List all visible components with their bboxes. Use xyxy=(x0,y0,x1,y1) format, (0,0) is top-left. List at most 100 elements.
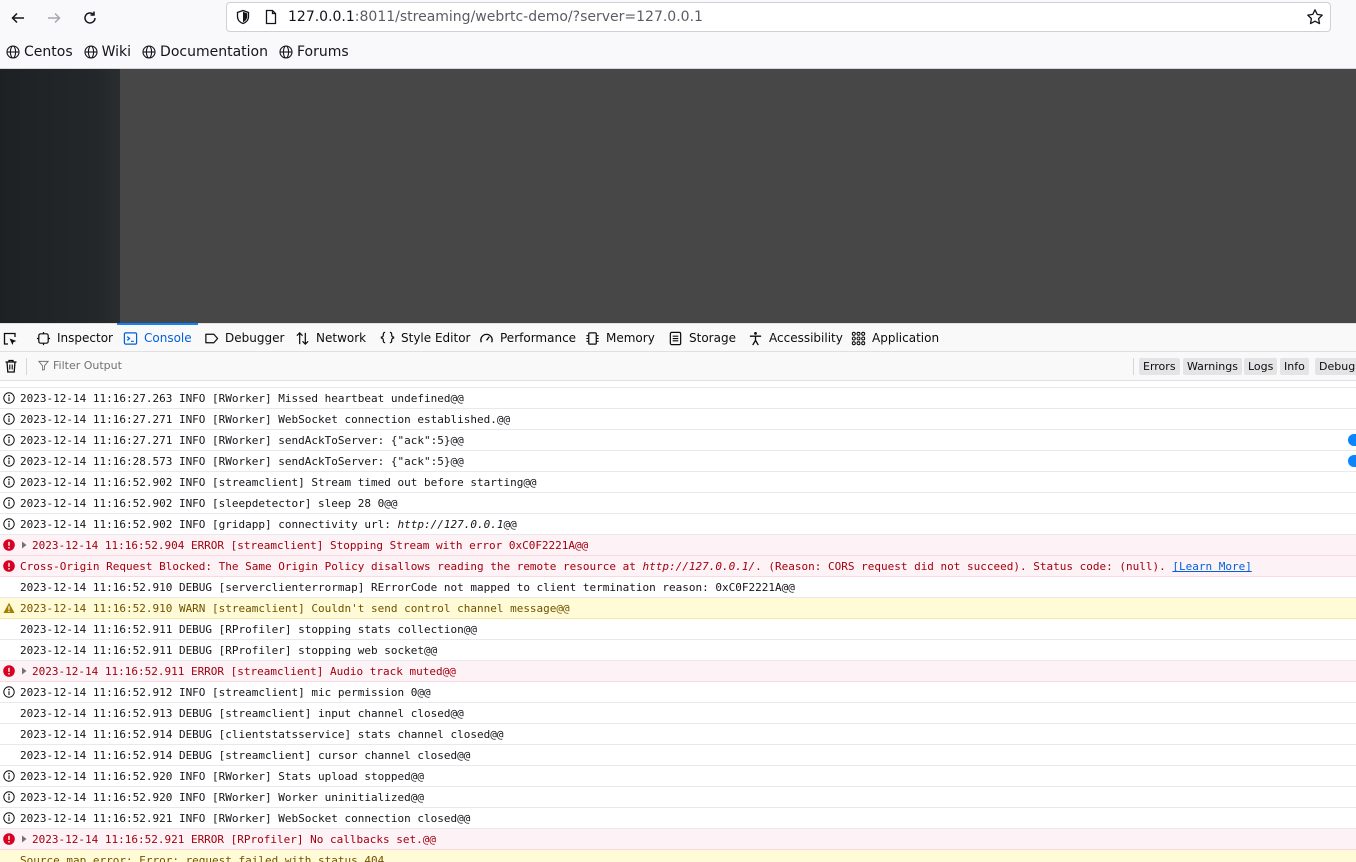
error-icon xyxy=(3,560,15,572)
console-message-error[interactable]: 2023-12-14 11:16:52.921 ERROR [RProfiler… xyxy=(0,829,1356,850)
filter-output-input[interactable]: Filter Output xyxy=(38,359,122,372)
tab-storage[interactable]: Storage xyxy=(668,324,736,352)
console-message-info[interactable]: 2023-12-14 11:16:27.271 INFO [RWorker] W… xyxy=(0,409,1356,430)
bookmark-star-icon[interactable] xyxy=(1306,8,1324,26)
expand-arrow-icon[interactable] xyxy=(20,541,28,549)
tab-memory[interactable]: Memory xyxy=(585,324,655,352)
bookmark-label: Forums xyxy=(296,44,349,60)
console-toolbar: Filter Output Errors Warnings Logs Info Debu… xyxy=(0,352,1356,381)
console-message-info[interactable]: 2023-12-14 11:16:52.902 INFO [gridapp] c… xyxy=(0,514,1356,535)
info-icon xyxy=(3,770,15,782)
tab-accessibility[interactable]: Accessibility xyxy=(748,324,843,352)
console-message-info[interactable]: 2023-12-14 11:16:52.912 INFO [streamclie… xyxy=(0,682,1356,703)
console-message-text: 2023-12-14 11:16:52.912 INFO [streamclie… xyxy=(20,686,431,699)
console-message-error[interactable]: 2023-12-14 11:16:52.911 ERROR [streamcli… xyxy=(0,661,1356,682)
url-text[interactable]: 127.0.0.1:8011/streaming/webrtc-demo/?se… xyxy=(288,9,703,25)
console-message-warning[interactable]: Source map error: Error: request failed … xyxy=(0,850,1356,862)
info-icon xyxy=(3,791,15,803)
tab-label: Memory xyxy=(606,331,655,345)
filter-warnings-button[interactable]: Warnings xyxy=(1183,358,1242,375)
toolbar-separator xyxy=(1133,358,1134,375)
filter-placeholder: Filter Output xyxy=(53,359,122,372)
tab-label: Accessibility xyxy=(769,331,843,345)
console-message-info[interactable]: 2023-12-14 11:16:52.921 INFO [RWorker] W… xyxy=(0,808,1356,829)
back-button[interactable] xyxy=(6,6,30,30)
message-url[interactable]: http://127.0.0.1 xyxy=(398,518,504,531)
filter-logs-button[interactable]: Logs xyxy=(1244,358,1278,375)
storage-icon xyxy=(669,331,682,345)
tab-label: Style Editor xyxy=(401,331,471,345)
forward-button[interactable] xyxy=(42,6,66,30)
tab-application[interactable]: Application xyxy=(851,324,939,352)
tab-performance[interactable]: Performance xyxy=(479,324,576,352)
console-message-text: 2023-12-14 11:16:27.271 INFO [RWorker] s… xyxy=(20,434,464,447)
info-icon xyxy=(3,497,15,509)
page-viewport[interactable] xyxy=(0,69,1356,323)
bookmark-wiki[interactable]: Wiki xyxy=(84,44,131,60)
console-message-debug[interactable]: 2023-12-14 11:16:52.913 DEBUG [streamcli… xyxy=(0,703,1356,724)
console-message-text: 2023-12-14 11:16:52.913 DEBUG [streamcli… xyxy=(20,707,464,720)
bookmark-label: Wiki xyxy=(101,44,132,60)
console-message-info[interactable]: 2023-12-14 11:16:27.263 INFO [RWorker] M… xyxy=(0,388,1356,409)
accessibility-icon xyxy=(749,331,762,345)
console-message-text: 2023-12-14 11:16:52.910 DEBUG [servercli… xyxy=(20,581,795,594)
console-message-info[interactable]: 2023-12-14 11:16:52.902 INFO [streamclie… xyxy=(0,472,1356,493)
console-message-text: 2023-12-14 11:16:52.920 INFO [RWorker] W… xyxy=(20,791,424,804)
cors-reason: . (Reason: CORS request did not succeed)… xyxy=(755,560,1173,573)
console-message-text: 2023-12-14 11:16:28.573 INFO [RWorker] s… xyxy=(20,455,464,468)
inspector-icon xyxy=(36,331,51,345)
console-message-debug[interactable]: 2023-12-14 11:16:52.911 DEBUG [RProfiler… xyxy=(0,640,1356,661)
reload-icon xyxy=(84,11,96,24)
console-message-text: 2023-12-14 11:16:52.921 INFO [RWorker] W… xyxy=(20,812,471,825)
message-suffix: @@ xyxy=(503,518,517,531)
console-message-info[interactable]: 2023-12-14 11:16:52.920 INFO [RWorker] W… xyxy=(0,787,1356,808)
tab-label: Inspector xyxy=(57,331,113,345)
globe-icon xyxy=(142,45,156,59)
tab-style-editor[interactable]: Style Editor xyxy=(380,324,470,352)
console-message-warning[interactable]: 2023-12-14 11:16:52.910 WARN [streamclie… xyxy=(0,598,1356,619)
globe-icon xyxy=(84,45,98,59)
tab-label: Debugger xyxy=(225,331,285,345)
console-message-debug[interactable]: 2023-12-14 11:16:52.910 DEBUG [servercli… xyxy=(0,577,1356,598)
filter-debug-button[interactable]: Debug xyxy=(1315,358,1356,375)
tab-console[interactable]: Console xyxy=(117,323,198,352)
console-message-info[interactable]: 2023-12-14 11:16:28.573 INFO [RWorker] s… xyxy=(0,451,1356,472)
cors-text: Cross-Origin Request Blocked: The Same O… xyxy=(20,560,643,573)
console-message-info[interactable]: 2023-12-14 11:16:52.902 INFO [sleepdetec… xyxy=(0,493,1356,514)
console-message-debug[interactable]: 2023-12-14 11:16:52.914 DEBUG [streamcli… xyxy=(0,745,1356,766)
clear-console-trash-icon[interactable] xyxy=(3,358,19,374)
tab-network[interactable]: Network xyxy=(295,324,366,352)
console-message-error[interactable]: 2023-12-14 11:16:52.904 ERROR [streamcli… xyxy=(0,535,1356,556)
bookmark-forums[interactable]: Forums xyxy=(279,44,349,60)
cors-url[interactable]: http://127.0.0.1/ xyxy=(643,560,756,573)
forward-arrow-icon xyxy=(48,12,61,24)
devtools-tabbar: Inspector Console Debugger Network Style Edi… xyxy=(0,323,1356,352)
page-icon[interactable] xyxy=(263,9,279,25)
console-output[interactable]: 2023-12-14 11:16:27.263 INFO [RWorker] M… xyxy=(0,381,1356,862)
debugger-icon xyxy=(205,333,219,343)
console-message-text: 2023-12-14 11:16:52.904 ERROR [streamcli… xyxy=(32,539,589,552)
tab-label: Performance xyxy=(500,331,577,345)
console-message-debug[interactable]: 2023-12-14 11:16:52.911 DEBUG [RProfiler… xyxy=(0,619,1356,640)
filter-info-button[interactable]: Info xyxy=(1280,358,1309,375)
learn-more-link[interactable]: [Learn More] xyxy=(1172,560,1251,573)
filter-errors-button[interactable]: Errors xyxy=(1139,358,1180,375)
console-message-info[interactable]: 2023-12-14 11:16:52.920 INFO [RWorker] S… xyxy=(0,766,1356,787)
url-bar[interactable]: 127.0.0.1:8011/streaming/webrtc-demo/?se… xyxy=(226,2,1331,32)
tracking-shield-icon[interactable] xyxy=(235,9,251,25)
bookmark-centos[interactable]: Centos xyxy=(6,44,73,60)
expand-arrow-icon[interactable] xyxy=(20,667,28,675)
console-message-text: 2023-12-14 11:16:27.263 INFO [RWorker] M… xyxy=(20,392,464,405)
console-message-cors-error[interactable]: Cross-Origin Request Blocked: The Same O… xyxy=(0,556,1356,577)
bookmark-documentation[interactable]: Documentation xyxy=(142,44,268,60)
element-picker-icon[interactable] xyxy=(2,331,18,347)
console-message-text: 2023-12-14 11:16:52.902 INFO [gridapp] c… xyxy=(20,517,517,532)
tab-debugger[interactable]: Debugger xyxy=(204,324,284,352)
console-message-debug[interactable]: 2023-12-14 11:16:52.914 DEBUG [clientsta… xyxy=(0,724,1356,745)
tab-inspector[interactable]: Inspector xyxy=(36,324,113,352)
performance-icon xyxy=(480,333,493,343)
reload-button[interactable] xyxy=(78,6,102,30)
expand-arrow-icon[interactable] xyxy=(20,835,28,843)
back-arrow-icon xyxy=(11,12,24,24)
console-message-info[interactable]: 2023-12-14 11:16:27.271 INFO [RWorker] s… xyxy=(0,430,1356,451)
